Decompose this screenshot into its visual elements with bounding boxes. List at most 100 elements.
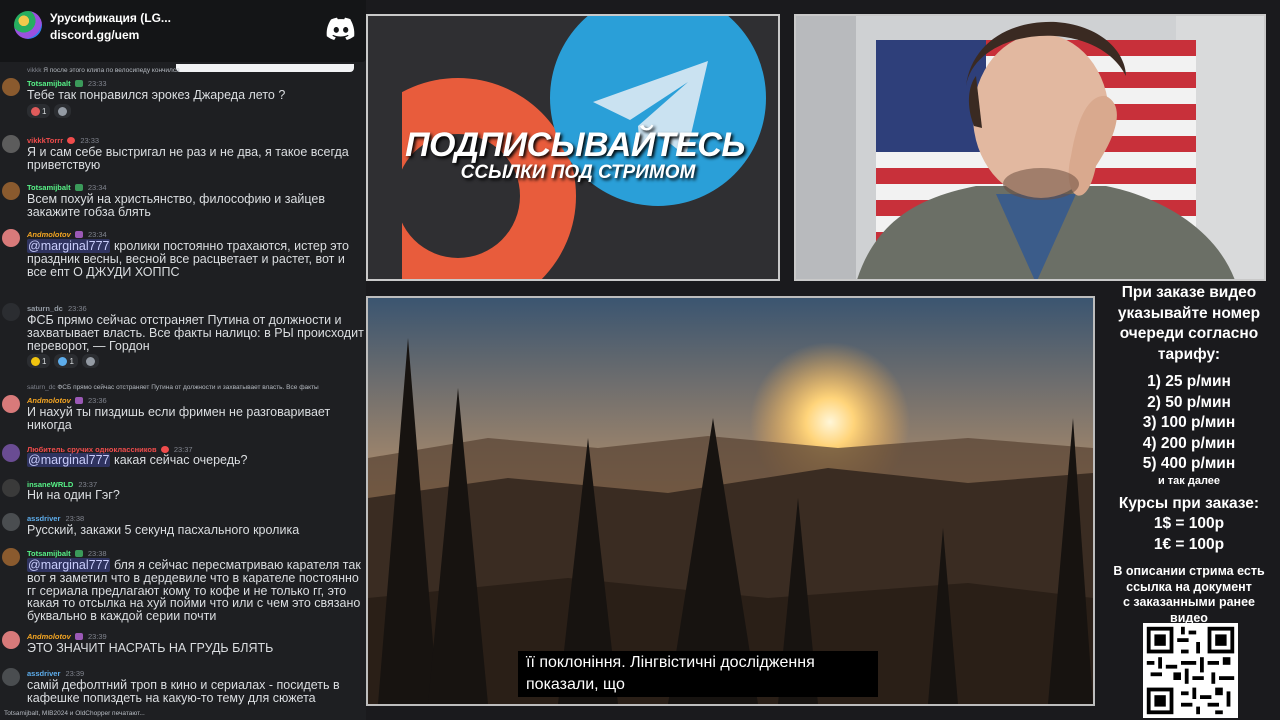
- message-text: Русский, закажи 5 секунд пасхального кро…: [27, 523, 300, 537]
- timestamp: 23:34: [87, 183, 107, 192]
- info-text: В описании стрима есть: [1113, 564, 1265, 578]
- stream-screen: Урусификация (LG... discord.gg/uem vikkk…: [0, 0, 1280, 720]
- timestamp: 23:33: [87, 79, 107, 88]
- server-header[interactable]: Урусификация (LG... discord.gg/uem: [0, 0, 366, 62]
- webcam-image: [796, 16, 1264, 279]
- chat-message: assdriver 23:38 Русский, закажи 5 секунд…: [0, 513, 366, 541]
- reaction[interactable]: 1: [27, 354, 51, 368]
- message-text: И нахуй ты пиздишь если фримен не разгов…: [27, 405, 331, 432]
- video-player[interactable]: [366, 296, 1095, 706]
- promo-subtitle: ССЫЛКИ ПОД СТРИМОМ: [460, 162, 696, 183]
- avatar[interactable]: [2, 444, 20, 462]
- reactions: 1: [27, 104, 72, 118]
- info-text: указывайте номер: [1117, 304, 1261, 322]
- username[interactable]: Totsamijbalt: [27, 79, 71, 88]
- heart-emoji-icon: [31, 106, 40, 116]
- message-text: @marginal777 кролики постоянно трахаются…: [27, 239, 349, 279]
- add-reaction-button[interactable]: [54, 104, 72, 118]
- avatar[interactable]: [2, 479, 20, 497]
- reply-preview[interactable]: vikkk Я после этого клипа по велосипеду …: [27, 66, 180, 76]
- avatar[interactable]: [2, 395, 20, 413]
- badge-icon: [74, 231, 83, 238]
- tariff-item: 1) 25 р/мин: [1147, 373, 1231, 390]
- info-text: ссылка на документ: [1126, 579, 1252, 594]
- flag-badge-icon: [74, 80, 83, 87]
- username[interactable]: assdriver: [27, 514, 60, 523]
- message-text: Тебе так понравился эрокез Джареда лето …: [27, 88, 286, 102]
- info-text: и так далее: [1157, 474, 1221, 487]
- username[interactable]: saturn_dc: [27, 304, 63, 313]
- subtitle-line: її поклоніння. Лінгвістичні дослідження: [526, 654, 815, 671]
- timestamp: 23:36: [67, 304, 87, 313]
- avatar[interactable]: [2, 548, 20, 566]
- user-mention[interactable]: @marginal777: [27, 453, 111, 467]
- chat-message: Totsamijbalt 23:34 Всем похуй на христья…: [0, 182, 366, 220]
- badge-icon: [74, 397, 83, 404]
- avatar[interactable]: [2, 303, 20, 321]
- reply-author: saturn_dc: [27, 384, 56, 391]
- reaction[interactable]: 1: [27, 104, 51, 118]
- badge-icon: [160, 446, 169, 453]
- reply-author: vikkk: [27, 67, 42, 74]
- chat-message: Andmolotov 23:39 ЭТО ЗНАЧИТ НАСРАТЬ НА Г…: [0, 631, 366, 659]
- subscribe-promo-panel: ПОДПИСЫВАЙТЕСЬ ССЫЛКИ ПОД СТРИМОМ: [366, 14, 780, 281]
- order-info-panel: При заказе видео указывайте номер очеред…: [1098, 283, 1280, 626]
- discord-chat-overlay: Урусификация (LG... discord.gg/uem vikkk…: [0, 0, 366, 720]
- flag-badge-icon: [74, 550, 83, 557]
- webcam-feed: [794, 14, 1266, 281]
- rate-item: 1€ = 100р: [1153, 535, 1225, 553]
- username[interactable]: Andmolotov: [27, 632, 71, 641]
- reply-text: Я после этого клипа по велосипеду кончил…: [43, 67, 180, 74]
- reaction[interactable]: 1: [54, 354, 78, 368]
- avatar[interactable]: [2, 135, 20, 153]
- message-text: @marginal777 какая сейчас очередь?: [27, 453, 248, 467]
- rate-item: 1$ = 100р: [1153, 515, 1225, 532]
- tariff-item: 2) 50 р/мин: [1147, 393, 1231, 411]
- avatar[interactable]: [2, 229, 20, 247]
- message-text: Я и сам себе выстригал не раз и не два, …: [27, 145, 349, 172]
- chat-message: saturn_dc ФСБ прямо сейчас отстраняет Пу…: [0, 383, 366, 435]
- tariff-item: 5) 400 р/мин: [1142, 455, 1236, 472]
- info-text: с заказанными ранее: [1122, 595, 1255, 609]
- laugh-emoji-icon: [31, 356, 40, 366]
- reply-preview[interactable]: saturn_dc ФСБ прямо сейчас отстраняет Пу…: [27, 383, 319, 393]
- avatar[interactable]: [2, 631, 20, 649]
- message-text: Ни на один Гэг?: [27, 488, 120, 502]
- message-text: ФСБ прямо сейчас отстраняет Путина от до…: [27, 313, 364, 353]
- chat-message: Любитель сручих одноклассников 23:37 @ma…: [0, 444, 366, 472]
- username[interactable]: Totsamijbalt: [27, 549, 71, 558]
- chat-message: assdriver 23:39 самій дефолтний троп в к…: [0, 668, 366, 708]
- chat-message: vikkkTorrr 23:33 Я и сам себе выстригал …: [0, 135, 366, 173]
- username[interactable]: assdriver: [27, 669, 60, 678]
- timestamp: 23:39: [87, 632, 107, 641]
- info-text: очереди согласно: [1119, 325, 1259, 342]
- typing-indicator: Totsamijbalt, MIB2024 и OldChopper печат…: [4, 710, 145, 717]
- tariff-item: 4) 200 р/мин: [1142, 434, 1236, 452]
- smile-icon: [85, 356, 95, 366]
- message-text: ЭТО ЗНАЧИТ НАСРАТЬ НА ГРУДЬ БЛЯТЬ: [27, 641, 274, 655]
- chat-message: Totsamijbalt 23:38 @marginal777 бля я се…: [0, 548, 366, 626]
- timestamp: 23:38: [87, 549, 107, 558]
- username[interactable]: Andmolotov: [27, 396, 71, 405]
- reply-text: ФСБ прямо сейчас отстраняет Путина от до…: [57, 384, 319, 391]
- video-subtitle: її поклоніння. Лінгвістичні дослідження …: [518, 651, 878, 697]
- globe-emoji-icon: [58, 356, 68, 366]
- chat-message: saturn_dc 23:36 ФСБ прямо сейчас отстран…: [0, 303, 366, 373]
- username[interactable]: Andmolotov: [27, 230, 71, 239]
- avatar[interactable]: [2, 78, 20, 96]
- message-text: @marginal777 бля я сейчас пересматриваю …: [27, 558, 361, 624]
- timestamp: 23:34: [87, 230, 107, 239]
- add-reaction-button[interactable]: [81, 354, 99, 368]
- avatar[interactable]: [2, 513, 20, 531]
- username[interactable]: vikkkTorrr: [27, 136, 63, 145]
- message-text: самій дефолтний троп в кино и сериалах -…: [27, 678, 340, 705]
- avatar[interactable]: [2, 668, 20, 686]
- subtitle-line: показали, що: [526, 676, 625, 693]
- server-invite-link[interactable]: discord.gg/uem: [50, 28, 139, 42]
- flag-badge-icon: [74, 184, 83, 191]
- smile-icon: [58, 106, 68, 116]
- server-name: Урусификация (LG...: [50, 11, 171, 25]
- username[interactable]: Totsamijbalt: [27, 183, 71, 192]
- avatar[interactable]: [2, 182, 20, 200]
- timestamp: 23:38: [65, 514, 85, 523]
